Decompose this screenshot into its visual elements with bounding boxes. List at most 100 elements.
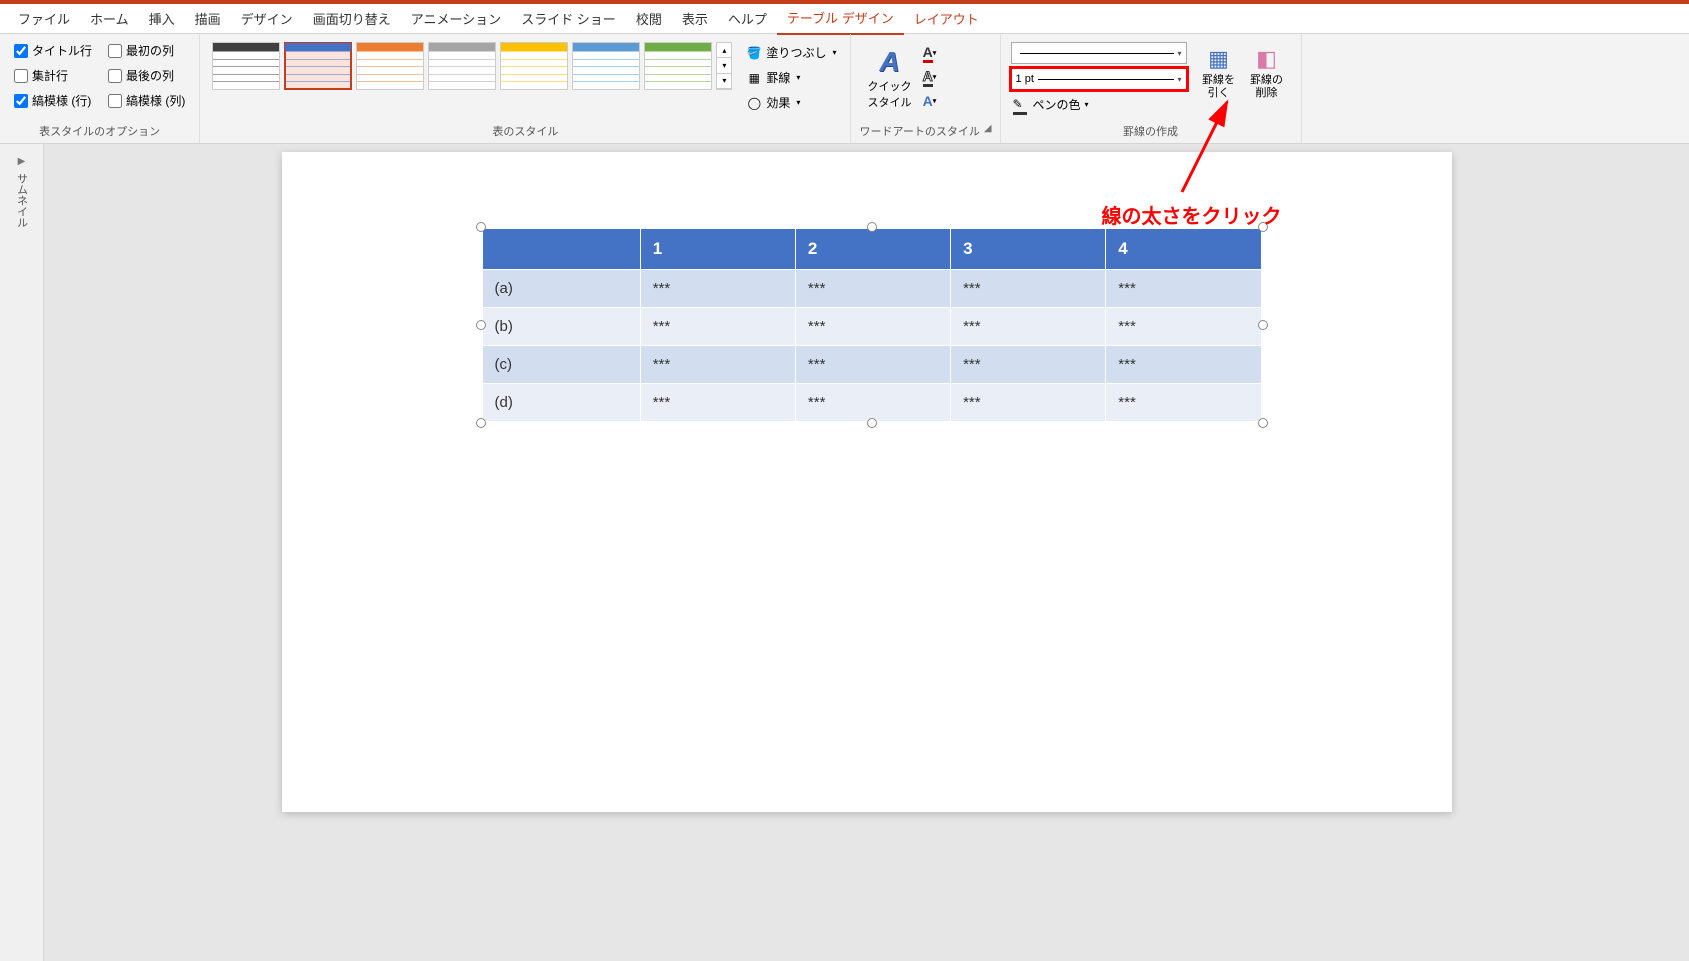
sel-handle[interactable] (867, 418, 877, 428)
table-cell[interactable]: *** (795, 308, 950, 346)
wordart-launcher[interactable]: ◢ (984, 123, 992, 134)
table-cell[interactable]: *** (640, 270, 795, 308)
sel-handle[interactable] (867, 222, 877, 232)
table-cell[interactable]: *** (1106, 384, 1261, 422)
tab-slideshow[interactable]: スライド ショー (511, 3, 626, 34)
group-table-styles: ▴▾▾ 🪣塗りつぶし ▾ ▦罫線 ▾ ◯効果 ▾ 表のスタイル (200, 34, 851, 143)
sel-handle[interactable] (476, 418, 486, 428)
text-outline-button[interactable]: A▾ (917, 66, 941, 88)
table-row[interactable]: (a)************ (482, 270, 1261, 308)
table-style-thumb[interactable] (500, 42, 568, 90)
table-style-gallery[interactable]: ▴▾▾ (208, 38, 736, 94)
tab-insert[interactable]: 挿入 (139, 3, 185, 34)
tab-table-design[interactable]: テーブル デザイン (777, 2, 904, 35)
table-cell[interactable]: *** (795, 346, 950, 384)
borders-label: 罫線 (766, 69, 790, 86)
sel-handle[interactable] (1258, 418, 1268, 428)
tab-design[interactable]: デザイン (231, 3, 303, 34)
table-header-cell[interactable]: 1 (640, 229, 795, 270)
sel-handle[interactable] (476, 320, 486, 330)
sel-handle[interactable] (476, 222, 486, 232)
check-header-row[interactable]: タイトル行 (14, 42, 92, 59)
pen-weight-combo[interactable]: 1 pt▾ (1011, 68, 1187, 90)
table-cell[interactable]: (b) (482, 308, 640, 346)
tab-review[interactable]: 校閲 (626, 3, 672, 34)
wordart-a-icon: A (879, 46, 899, 78)
table-style-thumb[interactable] (644, 42, 712, 90)
gallery-scroll-btn[interactable]: ▾ (717, 58, 731, 73)
check-banded-rows[interactable]: 縞模様 (行) (14, 92, 92, 109)
slide-canvas[interactable]: 1234(a)************(b)************(c)***… (282, 152, 1452, 812)
table-cell[interactable]: (d) (482, 384, 640, 422)
check-first-col[interactable]: 最初の列 (108, 42, 185, 59)
table-cell[interactable]: *** (795, 270, 950, 308)
table-header-cell[interactable]: 4 (1106, 229, 1261, 270)
tab-home[interactable]: ホーム (80, 3, 139, 34)
group-style-options-label: 表スタイルのオプション (8, 121, 191, 141)
effects-button[interactable]: ◯効果 ▾ (742, 92, 840, 113)
text-fill-button[interactable]: A▾ (917, 42, 941, 64)
thumbnail-pane[interactable]: ▶ サムネイル (0, 144, 44, 961)
gallery-scroll-btn[interactable]: ▾ (717, 74, 731, 89)
table-style-thumb[interactable] (428, 42, 496, 90)
table-row[interactable]: (d)************ (482, 384, 1261, 422)
tab-draw[interactable]: 描画 (185, 3, 231, 34)
table-cell[interactable]: *** (951, 346, 1106, 384)
quick-styles-button[interactable]: A クイック スタイル (863, 42, 915, 114)
effects-label: 効果 (766, 94, 790, 111)
pen-color-button[interactable]: ✎ペンの色 ▾ (1011, 94, 1187, 115)
table-cell[interactable]: *** (1106, 270, 1261, 308)
thumbnail-toggle[interactable]: ▶ (18, 156, 26, 167)
check-last-col[interactable]: 最後の列 (108, 67, 185, 84)
gallery-scroll[interactable]: ▴▾▾ (716, 42, 732, 90)
table-header-cell[interactable]: 2 (795, 229, 950, 270)
text-effects-button[interactable]: A▾ (917, 90, 941, 112)
check-total-row[interactable]: 集計行 (14, 67, 92, 84)
tab-layout[interactable]: レイアウト (904, 3, 989, 34)
table-row[interactable]: (c)************ (482, 346, 1261, 384)
table-cell[interactable]: *** (795, 384, 950, 422)
slide-area[interactable]: 1234(a)************(b)************(c)***… (44, 144, 1689, 961)
check-banded-cols[interactable]: 縞模様 (列) (108, 92, 185, 109)
group-wordart-label: ワードアートのスタイル◢ (859, 121, 991, 141)
check-total-row-label: 集計行 (32, 67, 68, 84)
table-cell[interactable]: *** (640, 346, 795, 384)
table-style-thumb[interactable] (572, 42, 640, 90)
table-style-thumb[interactable] (356, 42, 424, 90)
gallery-scroll-btn[interactable]: ▴ (717, 43, 731, 58)
tab-animations[interactable]: アニメーション (401, 3, 511, 34)
draw-table-icon: ▦ (1208, 46, 1229, 72)
borders-button[interactable]: ▦罫線 ▾ (742, 67, 840, 88)
tab-file[interactable]: ファイル (8, 3, 80, 34)
table-header-cell[interactable] (482, 229, 640, 270)
table-cell[interactable]: *** (640, 384, 795, 422)
draw-table-button[interactable]: ▦罫線を 引く (1197, 42, 1241, 104)
shading-fill-button[interactable]: 🪣塗りつぶし ▾ (742, 42, 840, 63)
slide-table[interactable]: 1234(a)************(b)************(c)***… (482, 228, 1262, 422)
table-cell[interactable]: *** (951, 308, 1106, 346)
sel-handle[interactable] (1258, 320, 1268, 330)
quick-styles-label: クイック スタイル (867, 78, 911, 110)
table-style-thumb[interactable] (212, 42, 280, 90)
table-cell[interactable]: *** (640, 308, 795, 346)
pen-style-combo[interactable]: ▾ (1011, 42, 1187, 64)
table-cell[interactable]: *** (1106, 308, 1261, 346)
table-row[interactable]: (b)************ (482, 308, 1261, 346)
tab-transitions[interactable]: 画面切り替え (303, 3, 401, 34)
table-cell[interactable]: *** (1106, 346, 1261, 384)
table-cell[interactable]: *** (951, 384, 1106, 422)
eraser-button[interactable]: ◧罫線の 削除 (1245, 42, 1289, 104)
table-header-cell[interactable]: 3 (951, 229, 1106, 270)
ribbon: タイトル行 集計行 縞模様 (行) 最初の列 最後の列 縞模様 (列) 表スタイ… (0, 34, 1689, 144)
table-style-thumb[interactable] (284, 42, 352, 90)
tab-view[interactable]: 表示 (672, 3, 718, 34)
tab-help[interactable]: ヘルプ (718, 3, 777, 34)
table-cell[interactable]: (c) (482, 346, 640, 384)
check-last-col-label: 最後の列 (126, 67, 174, 84)
slide-table-object[interactable]: 1234(a)************(b)************(c)***… (482, 228, 1262, 422)
sel-handle[interactable] (1258, 222, 1268, 232)
table-cell[interactable]: *** (951, 270, 1106, 308)
shading-fill-label: 塗りつぶし (766, 44, 826, 61)
table-cell[interactable]: (a) (482, 270, 640, 308)
group-draw-borders-label: 罫線の作成 (1009, 121, 1293, 141)
